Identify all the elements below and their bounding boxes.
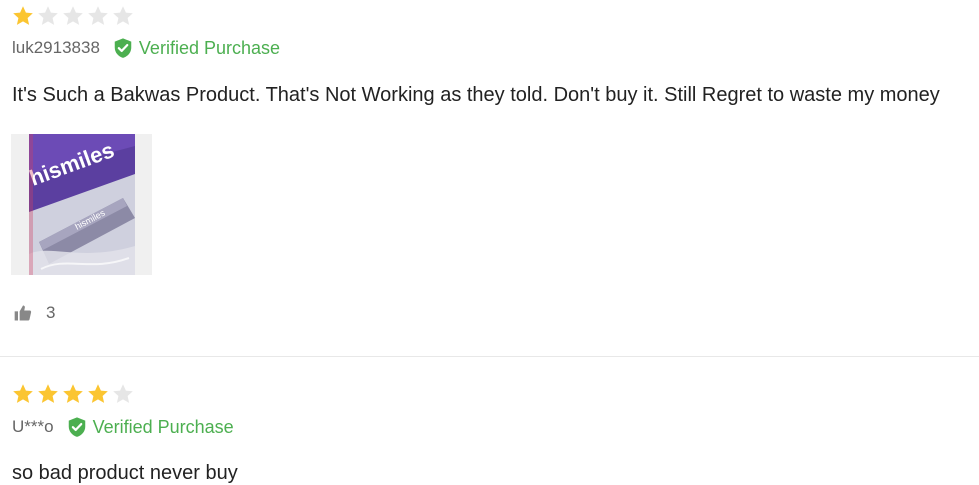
verified-purchase-badge: Verified Purchase <box>66 416 234 438</box>
star-filled-icon <box>36 382 60 406</box>
star-empty-icon <box>61 4 85 28</box>
verified-shield-icon <box>66 416 88 438</box>
star-empty-icon <box>36 4 60 28</box>
star-filled-icon <box>11 382 35 406</box>
verified-purchase-label: Verified Purchase <box>92 416 234 437</box>
reviewer-username: luk2913838 <box>12 38 100 57</box>
star-filled-icon <box>11 4 35 28</box>
star-empty-icon <box>111 4 135 28</box>
star-rating <box>11 382 135 406</box>
star-filled-icon <box>61 382 85 406</box>
verified-shield-icon <box>112 37 134 59</box>
review-item: U***o Verified Purchase so bad product n… <box>0 357 979 484</box>
star-filled-icon <box>86 382 110 406</box>
review-item: luk2913838 Verified Purchase It's Such a… <box>0 0 979 356</box>
verified-purchase-badge: Verified Purchase <box>112 37 280 59</box>
verified-purchase-label: Verified Purchase <box>138 37 281 58</box>
thumbs-up-icon[interactable] <box>13 303 33 323</box>
helpful-count: 3 <box>46 303 56 322</box>
helpful-vote[interactable]: 3 <box>13 303 55 323</box>
review-photo-thumbnail[interactable]: hismiles hismiles <box>11 134 152 275</box>
review-meta: U***o Verified Purchase <box>12 415 234 439</box>
star-rating <box>11 4 135 28</box>
reviewer-username: U***o <box>12 417 54 436</box>
review-body-text: It's Such a Bakwas Product. That's Not W… <box>12 84 940 106</box>
star-empty-icon <box>111 382 135 406</box>
star-empty-icon <box>86 4 110 28</box>
review-meta: luk2913838 Verified Purchase <box>12 36 280 60</box>
review-body-text: so bad product never buy <box>12 462 238 484</box>
